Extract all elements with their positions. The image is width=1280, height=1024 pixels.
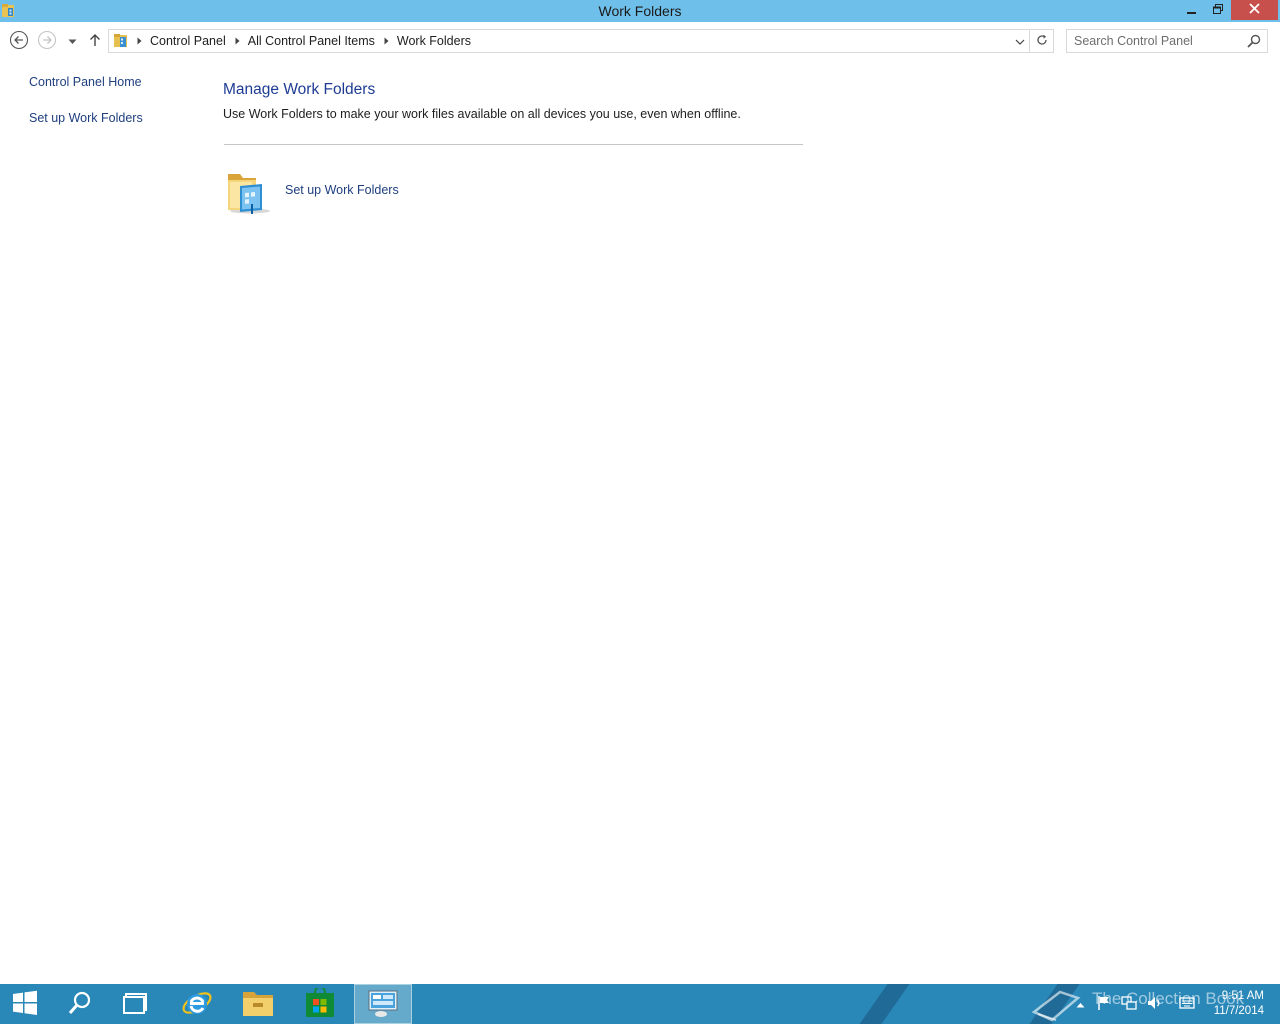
forward-button[interactable]	[37, 30, 57, 53]
control-panel-icon	[113, 33, 129, 52]
control-panel-icon	[367, 988, 399, 1021]
taskbar: The Collection Book 9:51 AM 11/7/2014	[0, 984, 1280, 1024]
folder-icon	[242, 989, 274, 1020]
address-bar[interactable]: Control Panel All Control Panel Items Wo…	[108, 29, 1054, 53]
divider	[224, 144, 803, 145]
set-up-work-folders-link[interactable]: Set up Work Folders	[285, 183, 399, 197]
address-history-dropdown[interactable]	[1013, 30, 1027, 52]
title-bar: Work Folders	[0, 0, 1280, 22]
up-button[interactable]	[85, 31, 105, 51]
breadcrumb-separator-icon[interactable]	[384, 37, 389, 45]
restore-icon	[1213, 3, 1223, 17]
network-button[interactable]	[1118, 984, 1140, 1024]
back-button[interactable]	[9, 30, 29, 53]
breadcrumb: Control Panel All Control Panel Items Wo…	[131, 30, 471, 52]
recent-locations-button[interactable]	[63, 31, 81, 51]
taskbar-decoration	[845, 984, 917, 1024]
internet-explorer-icon	[181, 987, 213, 1022]
keyboard-button[interactable]	[1176, 984, 1198, 1024]
close-icon	[1249, 3, 1260, 17]
page-description: Use Work Folders to make your work files…	[223, 107, 741, 121]
minimize-icon	[1186, 3, 1197, 17]
breadcrumb-control-panel[interactable]: Control Panel	[150, 34, 226, 48]
navigation-bar: Control Panel All Control Panel Items Wo…	[0, 22, 1280, 60]
clock-time: 9:51 AM	[1221, 990, 1264, 1002]
control-panel-taskbar-button[interactable]	[354, 984, 412, 1024]
set-up-work-folders-task[interactable]: Set up Work Folders	[226, 166, 399, 214]
work-folders-icon[interactable]	[226, 166, 272, 214]
page-title: Manage Work Folders	[223, 81, 376, 98]
volume-button[interactable]	[1144, 984, 1166, 1024]
window-title: Work Folders	[598, 3, 682, 19]
clock-date: 11/7/2014	[1213, 1005, 1264, 1017]
restore-button[interactable]	[1205, 0, 1231, 20]
refresh-icon	[1036, 34, 1048, 49]
keyboard-icon	[1179, 996, 1195, 1012]
search-icon[interactable]	[1247, 34, 1261, 51]
search-box[interactable]	[1066, 29, 1268, 53]
forward-arrow-icon	[37, 30, 57, 53]
sidebar-item-control-panel-home[interactable]: Control Panel Home	[29, 75, 142, 89]
windows-logo-icon	[12, 990, 38, 1019]
back-arrow-icon	[9, 30, 29, 53]
chevron-up-icon	[1076, 997, 1085, 1011]
breadcrumb-all-control-panel-items[interactable]: All Control Panel Items	[248, 34, 375, 48]
search-taskbar-button[interactable]	[54, 984, 106, 1024]
task-view-button[interactable]	[110, 984, 162, 1024]
internet-explorer-button[interactable]	[170, 984, 224, 1024]
sidebar-item-set-up-work-folders[interactable]: Set up Work Folders	[29, 111, 143, 125]
file-explorer-button[interactable]	[232, 984, 284, 1024]
up-arrow-icon	[88, 33, 102, 50]
search-input[interactable]	[1067, 30, 1242, 52]
clock[interactable]: 9:51 AM 11/7/2014	[1214, 989, 1264, 1019]
breadcrumb-separator-icon[interactable]	[235, 37, 240, 45]
start-button[interactable]	[0, 984, 50, 1024]
show-hidden-icons-button[interactable]	[1072, 984, 1088, 1024]
close-button[interactable]	[1231, 0, 1278, 20]
flag-icon	[1097, 995, 1111, 1014]
breadcrumb-work-folders[interactable]: Work Folders	[397, 34, 471, 48]
chevron-down-icon	[1015, 34, 1025, 48]
search-icon	[67, 990, 93, 1019]
action-center-button[interactable]	[1094, 984, 1114, 1024]
store-icon	[305, 985, 335, 1021]
network-icon	[1121, 995, 1137, 1014]
minimize-button[interactable]	[1178, 0, 1205, 20]
task-view-icon	[123, 992, 149, 1017]
store-button[interactable]	[294, 984, 346, 1024]
speaker-icon	[1147, 995, 1163, 1014]
refresh-button[interactable]	[1029, 30, 1053, 52]
chevron-down-icon	[68, 34, 77, 48]
breadcrumb-separator-icon[interactable]	[137, 37, 142, 45]
